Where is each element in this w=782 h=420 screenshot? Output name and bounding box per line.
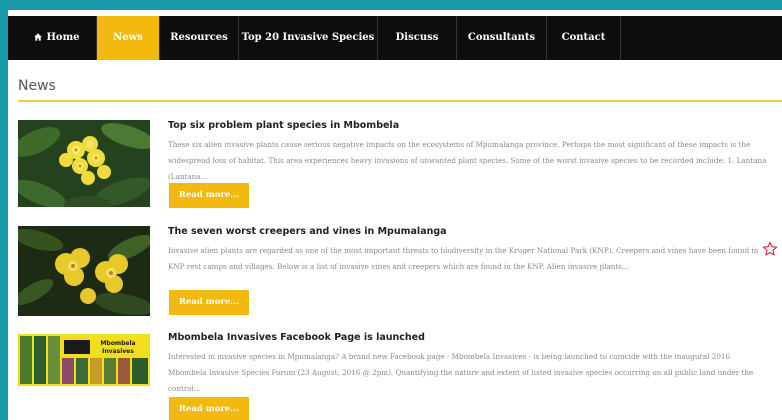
nav-item-label: Discuss: [395, 32, 439, 43]
page-frame: Home News Resources Top 20 Invasive Spec…: [8, 10, 782, 420]
news-item-title[interactable]: Mbombela Invasives Facebook Page is laun…: [168, 332, 425, 343]
news-thumbnail-yellow-vines[interactable]: [18, 226, 150, 316]
nav-item-label: Consultants: [467, 32, 536, 43]
page-title: News: [18, 78, 56, 94]
news-thumbnail-mbombela-invasives[interactable]: Mbombela Invasives: [18, 334, 150, 386]
nav-item-label: Home: [46, 32, 80, 43]
nav-item-news[interactable]: News: [97, 16, 160, 60]
news-item: Top six problem plant species in Mbombel…: [18, 120, 778, 210]
news-thumbnail-yellow-flowers[interactable]: [18, 120, 150, 207]
nav-item-top-20-invasive-species[interactable]: Top 20 Invasive Species: [239, 16, 378, 60]
read-more-button[interactable]: Read more...: [169, 290, 249, 315]
news-item-title[interactable]: Top six problem plant species in Mbombel…: [168, 120, 399, 131]
star-icon[interactable]: [762, 241, 778, 257]
nav-item-label: Resources: [170, 32, 228, 43]
home-icon: [34, 33, 43, 41]
title-divider: [18, 100, 782, 102]
nav-item-discuss[interactable]: Discuss: [378, 16, 457, 60]
nav-item-home[interactable]: Home: [18, 16, 97, 60]
thumbnail-title-line-1: Mbombela: [100, 340, 135, 347]
nav-item-label: Contact: [561, 32, 606, 43]
nav-item-resources[interactable]: Resources: [160, 16, 239, 60]
read-more-button[interactable]: Read more...: [169, 397, 249, 420]
news-item: The seven worst creepers and vines in Mp…: [18, 226, 778, 316]
news-item: Mbombela Invasives Mbombela Invasives Fa…: [18, 332, 778, 420]
nav-item-contact[interactable]: Contact: [547, 16, 621, 60]
nav-item-label: News: [113, 32, 143, 43]
news-item-excerpt: These six alien invasive plants cause se…: [168, 140, 767, 181]
news-item-excerpt: Invasive alien plants are regarded as on…: [168, 246, 759, 271]
thumbnail-title-line-2: Invasives: [102, 348, 134, 355]
read-more-button[interactable]: Read more...: [169, 183, 249, 208]
news-item-excerpt: Interested in invasive species in Mpumal…: [168, 352, 754, 393]
main-nav: Home News Resources Top 20 Invasive Spec…: [8, 16, 782, 60]
nav-item-consultants[interactable]: Consultants: [457, 16, 547, 60]
nav-item-label: Top 20 Invasive Species: [241, 32, 375, 43]
news-item-title[interactable]: The seven worst creepers and vines in Mp…: [168, 226, 447, 237]
